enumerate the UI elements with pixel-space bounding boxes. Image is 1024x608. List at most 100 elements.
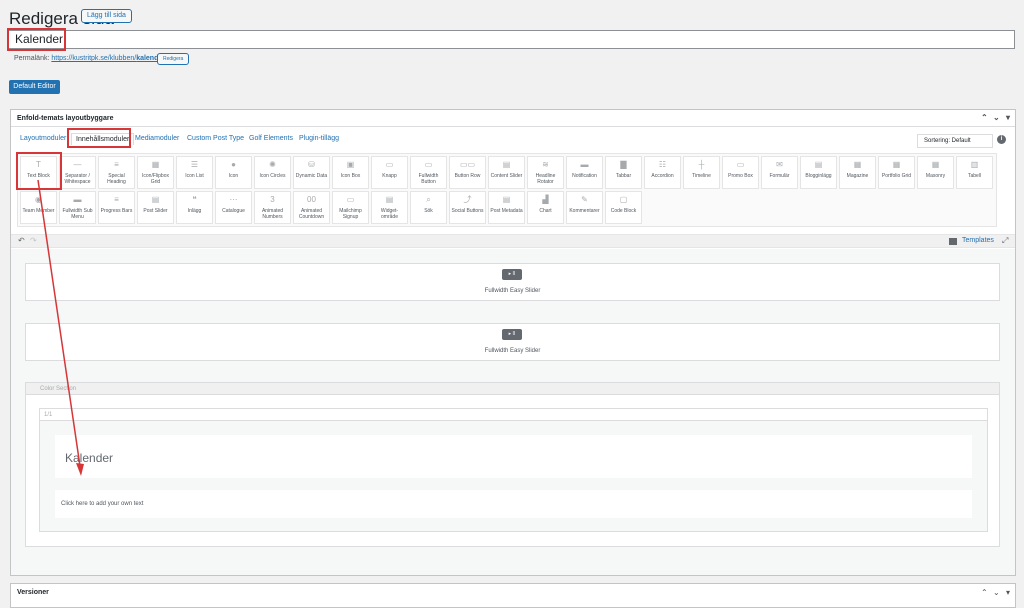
- module-tile[interactable]: 00 Animated Countdown: [293, 191, 330, 224]
- heading-text: Kalender: [65, 451, 114, 465]
- heading-block[interactable]: Kalender: [55, 435, 972, 478]
- module-tile[interactable]: ▇ Tabbar: [605, 156, 642, 189]
- fullwidth-slider-1[interactable]: ▸ II Fullwidth Easy Slider: [25, 263, 1000, 301]
- module-icon: ☰: [190, 160, 199, 169]
- tab-golf-elements[interactable]: Golf Elements: [249, 135, 293, 142]
- versioner-box: Versioner ⌃ ⌄ ▾: [10, 583, 1016, 608]
- module-label: Post Slider: [143, 208, 168, 214]
- undo-icon[interactable]: ↶: [18, 236, 25, 245]
- module-tile[interactable]: ▤ Post Metadata: [488, 191, 525, 224]
- module-tile[interactable]: ▭ Knapp: [371, 156, 408, 189]
- module-label: Blogginlägg: [805, 173, 832, 179]
- color-section[interactable]: Color Section 1/1 Kalender Click here to…: [25, 382, 1000, 547]
- move-up-icon[interactable]: ⌃: [981, 589, 989, 597]
- module-label: Headline Rotator: [535, 173, 556, 185]
- info-icon[interactable]: i: [997, 135, 1006, 144]
- module-tile[interactable]: ▦ Masonry: [917, 156, 954, 189]
- module-tile[interactable]: ┼ Timeline: [683, 156, 720, 189]
- tab-mediamoduler[interactable]: Mediamoduler: [135, 135, 179, 142]
- module-tile[interactable]: 3 Animated Numbers: [254, 191, 291, 224]
- permalink-edit-button[interactable]: Redigera: [157, 53, 190, 65]
- module-tile[interactable]: ⌕ Sök: [410, 191, 447, 224]
- module-tile[interactable]: ▬ Notification: [566, 156, 603, 189]
- column-block[interactable]: 1/1 Kalender Click here to add your own …: [39, 408, 988, 532]
- module-label: Timeline: [692, 173, 711, 179]
- module-tile[interactable]: ▭ Promo Box: [722, 156, 759, 189]
- module-tile[interactable]: ⋯ Catalogue: [215, 191, 252, 224]
- module-icon: ▤: [151, 195, 160, 204]
- module-label: Special Heading: [107, 173, 126, 185]
- module-tile[interactable]: ≡ Progress Bars: [98, 191, 135, 224]
- module-label: Separator / Whitespace: [64, 173, 91, 185]
- redo-icon[interactable]: ↷: [30, 236, 37, 245]
- module-tile[interactable]: ▢ Code Block: [605, 191, 642, 224]
- tab-custom-post-type[interactable]: Custom Post Type: [187, 135, 244, 142]
- module-label: Magazine: [846, 173, 869, 179]
- slider-icon: ▸ II: [502, 329, 522, 340]
- move-down-icon[interactable]: ⌄: [993, 114, 1001, 122]
- module-label: Text Block: [27, 173, 50, 179]
- templates-button[interactable]: Templates: [962, 237, 994, 244]
- module-icon: ▭: [424, 160, 433, 169]
- fullscreen-icon[interactable]: ⤢: [1002, 236, 1008, 246]
- permalink-link[interactable]: https://kustritpk.se/klubben/kalender/: [51, 55, 167, 62]
- toggle-icon[interactable]: ▾: [1006, 589, 1014, 597]
- module-icon: ✎: [581, 195, 588, 204]
- module-tile[interactable]: ▭ Fullwidth Button: [410, 156, 447, 189]
- module-tile[interactable]: ▤ Blogginlägg: [800, 156, 837, 189]
- module-tile[interactable]: ▦ Icon/Flipbox Grid: [137, 156, 174, 189]
- module-label: Accordion: [651, 173, 674, 179]
- toggle-icon[interactable]: ▾: [1006, 114, 1014, 122]
- module-icon: ▭: [385, 160, 394, 169]
- module-label: Animated Numbers: [261, 208, 284, 220]
- module-label: Button Row: [454, 173, 481, 179]
- module-tile[interactable]: ⛁ Dynamic Data: [293, 156, 330, 189]
- add-page-button[interactable]: Lägg till sida: [81, 9, 132, 23]
- fullwidth-slider-2[interactable]: ▸ II Fullwidth Easy Slider: [25, 323, 1000, 361]
- module-tile[interactable]: ☷ Accordion: [644, 156, 681, 189]
- move-up-icon[interactable]: ⌃: [981, 114, 989, 122]
- module-tile[interactable]: ✎ Kommentarer: [566, 191, 603, 224]
- module-label: Fullwidth Button: [418, 173, 439, 185]
- module-label: Catalogue: [222, 208, 245, 214]
- module-tile[interactable]: ▦ Magazine: [839, 156, 876, 189]
- layout-builder-title: Enfold-temats layoutbyggare: [17, 115, 114, 122]
- module-tile[interactable]: ▬ Fullwidth Sub Menu: [59, 191, 96, 224]
- module-tile[interactable]: ❝ Inlägg: [176, 191, 213, 224]
- templates-icon: [949, 238, 957, 245]
- sort-dropdown[interactable]: Sortering: Default: [917, 134, 993, 148]
- module-tile[interactable]: ✺ Icon Circles: [254, 156, 291, 189]
- module-tile[interactable]: T Text Block: [20, 156, 57, 189]
- module-icon: ┼: [698, 160, 705, 169]
- module-tile[interactable]: ▟ Chart: [527, 191, 564, 224]
- module-tile[interactable]: — Separator / Whitespace: [59, 156, 96, 189]
- text-block-element[interactable]: Click here to add your own text: [55, 490, 972, 518]
- tab-layoutmoduler[interactable]: Layoutmoduler: [20, 135, 66, 142]
- module-tile[interactable]: ≡ Special Heading: [98, 156, 135, 189]
- module-tile[interactable]: ☰ Icon List: [176, 156, 213, 189]
- tab-innehallsmoduler[interactable]: Innehållsmoduler: [71, 133, 135, 145]
- module-tile[interactable]: ▣ Icon Box: [332, 156, 369, 189]
- module-tile[interactable]: ⤴ Social Buttons: [449, 191, 486, 224]
- module-tile[interactable]: ≋ Headline Rotator: [527, 156, 564, 189]
- module-label: Tabell: [967, 173, 982, 179]
- module-tile[interactable]: ✉ Formulär: [761, 156, 798, 189]
- module-label: Tabbar: [615, 173, 632, 179]
- module-tile[interactable]: ◉ Team Member: [20, 191, 57, 224]
- default-editor-button[interactable]: Default Editor: [9, 80, 60, 94]
- move-down-icon[interactable]: ⌄: [993, 589, 1001, 597]
- tab-plugin-tillagg[interactable]: Plugin-tillägg: [299, 135, 339, 142]
- module-tile[interactable]: ● Icon: [215, 156, 252, 189]
- module-tile[interactable]: ▤ Widget-område: [371, 191, 408, 224]
- layout-builder-header: Enfold-temats layoutbyggare ⌃ ⌄ ▾: [11, 110, 1015, 127]
- post-title-input[interactable]: Kalender: [8, 30, 1015, 49]
- module-tile[interactable]: ▤ Post Slider: [137, 191, 174, 224]
- module-tile[interactable]: ▥ Tabell: [956, 156, 993, 189]
- module-tile[interactable]: ▭ Mailchimp Signup: [332, 191, 369, 224]
- slider-label: Fullwidth Easy Slider: [484, 288, 541, 294]
- module-icon: ▤: [502, 160, 511, 169]
- module-label: Inlägg: [187, 208, 202, 214]
- module-tile[interactable]: ▭▭ Button Row: [449, 156, 486, 189]
- module-tile[interactable]: ▦ Portfolio Grid: [878, 156, 915, 189]
- module-tile[interactable]: ▤ Content Slider: [488, 156, 525, 189]
